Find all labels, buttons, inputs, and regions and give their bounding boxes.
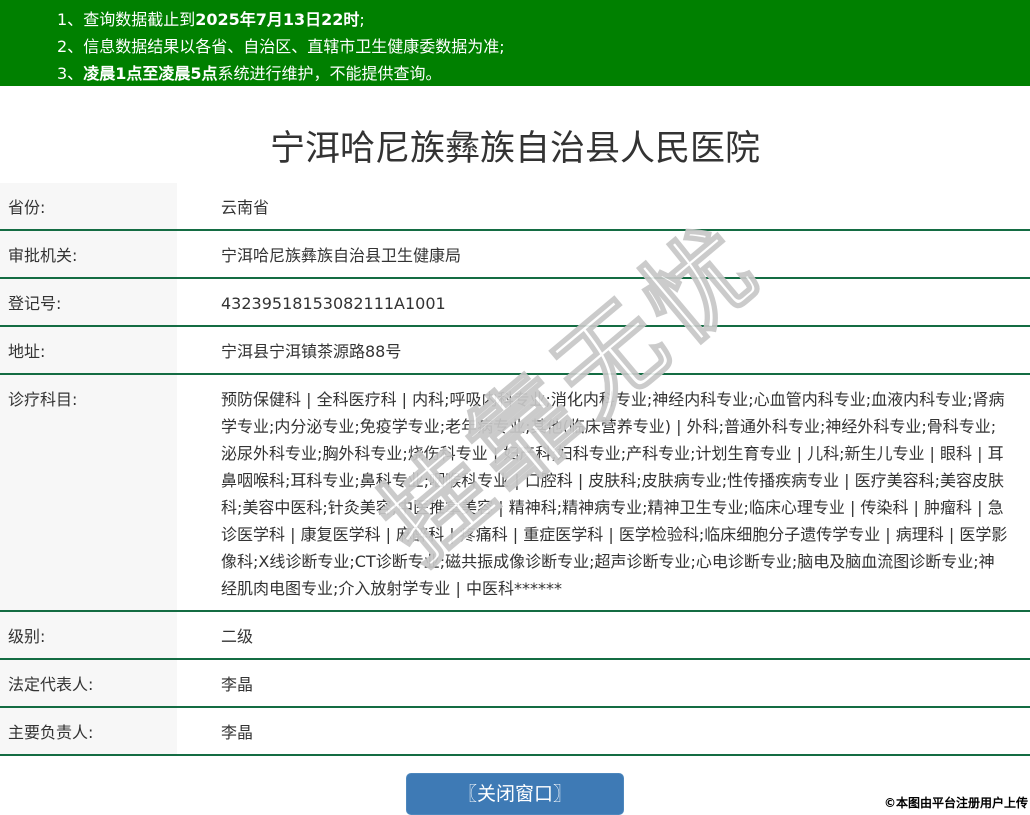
table-row-legal-representative: 法定代表人: 李晶 — [0, 659, 1030, 707]
hospital-info-table: 省份: 云南省 审批机关: 宁洱哈尼族彝族自治县卫生健康局 登记号: 43239… — [0, 183, 1030, 756]
button-row: 〖关闭窗口〗 — [0, 773, 1030, 815]
table-row-level: 级别: 二级 — [0, 611, 1030, 659]
row-value: 预防保健科 | 全科医疗科 | 内科;呼吸内科专业;消化内科专业;神经内科专业;… — [177, 374, 1030, 611]
row-value: 宁洱县宁洱镇茶源路88号 — [177, 326, 1030, 374]
notice-number: 2、 — [57, 37, 83, 56]
row-label: 法定代表人: — [0, 659, 177, 707]
notice-banner: 1、查询数据截止到2025年7月13日22时; 2、信息数据结果以各省、自治区、… — [0, 0, 1030, 86]
row-label: 地址: — [0, 326, 177, 374]
table-row-departments: 诊疗科目: 预防保健科 | 全科医疗科 | 内科;呼吸内科专业;消化内科专业;神… — [0, 374, 1030, 611]
notice-text: ; — [359, 10, 364, 29]
row-value: 43239518153082111A1001 — [177, 278, 1030, 326]
notice-line-2: 2、信息数据结果以各省、自治区、直辖市卫生健康委数据为准; — [57, 33, 1020, 60]
table-row-province: 省份: 云南省 — [0, 183, 1030, 230]
notice-line-1: 1、查询数据截止到2025年7月13日22时; — [57, 6, 1020, 33]
row-label: 主要负责人: — [0, 707, 177, 755]
row-label: 省份: — [0, 183, 177, 230]
copyright-note: ©本图由平台注册用户上传 — [884, 794, 1028, 811]
notice-number: 1、 — [57, 10, 83, 29]
row-label: 审批机关: — [0, 230, 177, 278]
notice-line-3: 3、凌晨1点至凌晨5点系统进行维护，不能提供查询。 — [57, 60, 1020, 87]
table-row-main-person-in-charge: 主要负责人: 李晶 — [0, 707, 1030, 755]
row-label: 级别: — [0, 611, 177, 659]
row-value: 宁洱哈尼族彝族自治县卫生健康局 — [177, 230, 1030, 278]
close-window-button[interactable]: 〖关闭窗口〗 — [406, 773, 624, 815]
row-label: 登记号: — [0, 278, 177, 326]
notice-text: 查询数据截止到 — [83, 10, 195, 29]
notice-bold-text: 2025年7月13日22时 — [195, 10, 359, 29]
notice-text: 信息数据结果以各省、自治区、直辖市卫生健康委数据为准; — [83, 37, 504, 56]
row-value: 二级 — [177, 611, 1030, 659]
table-row-registration-number: 登记号: 43239518153082111A1001 — [0, 278, 1030, 326]
row-value: 云南省 — [177, 183, 1030, 230]
table-row-address: 地址: 宁洱县宁洱镇茶源路88号 — [0, 326, 1030, 374]
notice-text: 系统进行维护，不能提供查询。 — [217, 64, 441, 83]
notice-number: 3、 — [57, 64, 83, 83]
notice-bold-text: 凌晨1点至凌晨5点 — [83, 64, 217, 83]
row-value: 李晶 — [177, 707, 1030, 755]
row-value: 李晶 — [177, 659, 1030, 707]
row-label: 诊疗科目: — [0, 374, 177, 611]
table-row-approval-authority: 审批机关: 宁洱哈尼族彝族自治县卫生健康局 — [0, 230, 1030, 278]
page-title: 宁洱哈尼族彝族自治县人民医院 — [0, 116, 1030, 183]
